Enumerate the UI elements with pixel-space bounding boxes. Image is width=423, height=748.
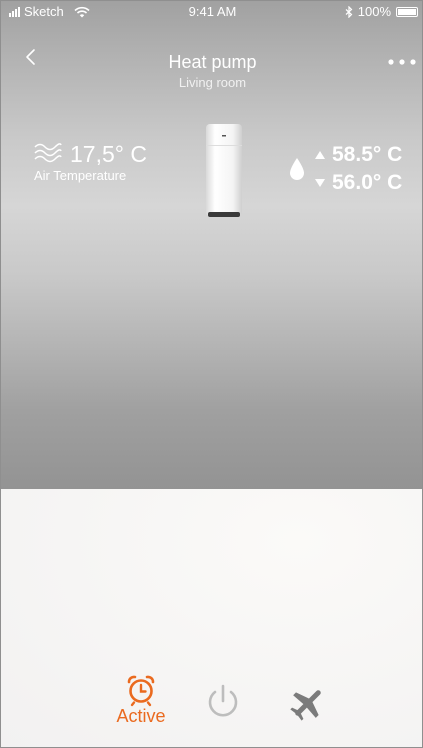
tab-active[interactable]: Active — [109, 673, 173, 727]
hero-area: Sketch 9:41 AM 100% Heat pump Living roo… — [1, 1, 422, 489]
tab-active-label: Active — [116, 706, 166, 726]
water-temp-upper: 58.5° C — [315, 143, 402, 167]
triangle-up-icon — [315, 151, 325, 159]
airplane-icon[interactable] — [287, 685, 329, 721]
air-temperature-value: 17,5° C — [70, 141, 147, 167]
triangle-down-icon — [315, 179, 325, 187]
air-waves-icon — [34, 143, 62, 163]
bluetooth-icon — [345, 5, 353, 18]
water-temp-lower-value: 56.0° C — [332, 171, 403, 194]
more-dots-icon[interactable] — [386, 57, 418, 67]
water-temp-upper-value: 58.5° C — [332, 143, 403, 166]
battery-icon — [396, 6, 418, 17]
air-temperature-label: Air Temperature — [34, 168, 127, 183]
app-screen: Sketch 9:41 AM 100% Heat pump Living roo… — [0, 0, 423, 748]
alarm-clock-icon — [127, 675, 155, 707]
page-title: Heat pump — [168, 52, 257, 72]
status-bar: Sketch 9:41 AM 100% — [1, 1, 422, 21]
battery-percent: 100% — [357, 4, 391, 19]
power-icon[interactable] — [204, 683, 242, 721]
heat-pump-image — [206, 124, 242, 217]
water-temp-lower: 56.0° C — [315, 171, 402, 195]
water-drop-icon — [290, 158, 304, 180]
page-subtitle: Living room — [178, 75, 247, 90]
status-right: 100% — [345, 4, 418, 19]
